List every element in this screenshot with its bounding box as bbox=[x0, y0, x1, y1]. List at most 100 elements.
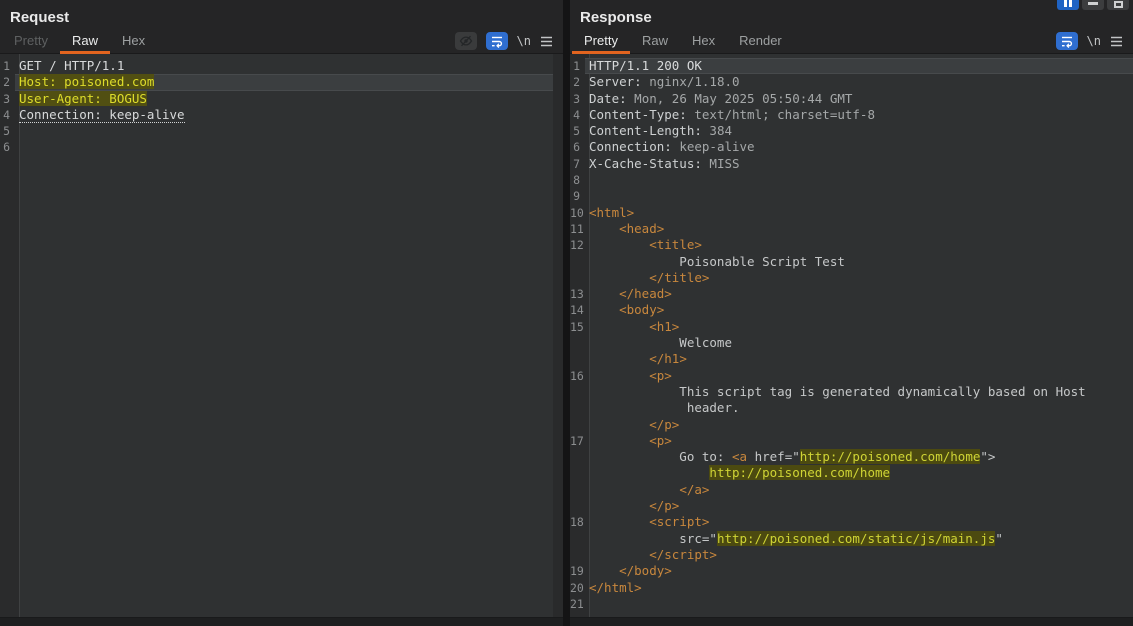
request-vertical-scrollbar[interactable] bbox=[553, 54, 563, 617]
response-tab-pretty[interactable]: Pretty bbox=[572, 30, 630, 54]
code-text: http://poisoned.com/home bbox=[585, 465, 1133, 481]
maximize-button[interactable] bbox=[1107, 0, 1129, 10]
code-segment: Content-Length: bbox=[589, 123, 702, 138]
code-line[interactable]: 15 <h1> bbox=[570, 319, 1133, 335]
newline-toggle[interactable]: \n bbox=[517, 34, 531, 48]
response-editor[interactable]: 1HTTP/1.1 200 OK2Server: nginx/1.18.03Da… bbox=[570, 54, 1133, 626]
line-number bbox=[570, 498, 585, 514]
request-tab-raw[interactable]: Raw bbox=[60, 30, 110, 54]
line-number: 5 bbox=[570, 123, 585, 139]
code-segment bbox=[589, 563, 619, 578]
code-segment: Connection: keep-alive bbox=[19, 107, 185, 123]
code-line[interactable]: 17 <p> bbox=[570, 433, 1133, 449]
code-line[interactable]: 3Date: Mon, 26 May 2025 05:50:44 GMT bbox=[570, 91, 1133, 107]
code-segment: " bbox=[995, 531, 1003, 546]
code-line[interactable]: 20 </html> bbox=[570, 580, 1133, 596]
code-text: This script tag is generated dynamically… bbox=[585, 384, 1133, 400]
code-line[interactable]: 18 <script> bbox=[570, 514, 1133, 530]
code-line[interactable]: 1GET / HTTP/1.1 bbox=[0, 58, 563, 74]
code-line[interactable]: 6Connection: keep-alive bbox=[570, 139, 1133, 155]
code-segment: Server: bbox=[589, 74, 642, 89]
response-tab-hex[interactable]: Hex bbox=[680, 30, 727, 54]
code-text: <head> bbox=[585, 221, 1133, 237]
soft-wrap-button[interactable] bbox=[1056, 32, 1078, 50]
code-text: HTTP/1.1 200 OK bbox=[585, 58, 1133, 74]
code-line[interactable]: header. bbox=[570, 400, 1133, 416]
code-text: GET / HTTP/1.1 bbox=[15, 58, 563, 74]
line-number: 2 bbox=[0, 74, 15, 90]
code-text bbox=[15, 123, 563, 139]
code-text: Poisonable Script Test bbox=[585, 254, 1133, 270]
code-line[interactable]: 9 bbox=[570, 188, 1133, 204]
visibility-off-button[interactable] bbox=[455, 32, 477, 50]
code-line[interactable]: </script> bbox=[570, 547, 1133, 563]
line-number: 20 bbox=[570, 580, 585, 596]
code-line[interactable]: 4Content-Type: text/html; charset=utf-8 bbox=[570, 107, 1133, 123]
code-text bbox=[15, 139, 563, 155]
request-horizontal-scrollbar[interactable] bbox=[0, 617, 563, 626]
minimize-icon bbox=[1088, 2, 1098, 5]
code-text: header. bbox=[585, 400, 1133, 416]
response-tab-raw[interactable]: Raw bbox=[630, 30, 680, 54]
code-segment: </p> bbox=[649, 498, 679, 513]
menu-icon[interactable] bbox=[1110, 36, 1123, 47]
line-number: 2 bbox=[570, 74, 585, 90]
code-line[interactable]: 19 </body> bbox=[570, 563, 1133, 579]
code-line[interactable]: This script tag is generated dynamically… bbox=[570, 384, 1133, 400]
response-tab-render[interactable]: Render bbox=[727, 30, 794, 54]
code-line[interactable]: 2Host: poisoned.com bbox=[0, 74, 563, 90]
code-line[interactable]: 5Content-Length: 384 bbox=[570, 123, 1133, 139]
code-line[interactable]: 21 bbox=[570, 596, 1133, 612]
code-text: Content-Length: 384 bbox=[585, 123, 1133, 139]
code-line[interactable]: 14 <body> bbox=[570, 302, 1133, 318]
code-line[interactable]: 3User-Agent: BOGUS bbox=[0, 91, 563, 107]
response-horizontal-scrollbar[interactable] bbox=[570, 617, 1133, 626]
line-number: 9 bbox=[570, 188, 585, 204]
code-line[interactable]: src="http://poisoned.com/static/js/main.… bbox=[570, 531, 1133, 547]
code-line[interactable]: 4Connection: keep-alive bbox=[0, 107, 563, 123]
code-text: Server: nginx/1.18.0 bbox=[585, 74, 1133, 90]
code-line[interactable]: </p> bbox=[570, 417, 1133, 433]
line-number: 1 bbox=[0, 58, 15, 74]
code-line[interactable]: Poisonable Script Test bbox=[570, 254, 1133, 270]
line-number: 6 bbox=[570, 139, 585, 155]
code-line[interactable]: Welcome bbox=[570, 335, 1133, 351]
code-line[interactable]: </p> bbox=[570, 498, 1133, 514]
code-line[interactable]: 6 bbox=[0, 139, 563, 155]
request-editor[interactable]: 1GET / HTTP/1.12Host: poisoned.com3User-… bbox=[0, 54, 563, 626]
pause-button[interactable] bbox=[1057, 0, 1079, 10]
minimize-button[interactable] bbox=[1082, 0, 1104, 10]
code-line[interactable]: http://poisoned.com/home bbox=[570, 465, 1133, 481]
code-line[interactable]: 13 </head> bbox=[570, 286, 1133, 302]
code-line[interactable]: 1HTTP/1.1 200 OK bbox=[570, 58, 1133, 74]
code-line[interactable]: </title> bbox=[570, 270, 1133, 286]
code-segment: </html> bbox=[589, 580, 642, 595]
code-line[interactable]: 16 <p> bbox=[570, 368, 1133, 384]
code-line[interactable]: 11 <head> bbox=[570, 221, 1133, 237]
menu-icon[interactable] bbox=[540, 36, 553, 47]
panel-divider[interactable] bbox=[563, 0, 570, 626]
code-line[interactable]: </a> bbox=[570, 482, 1133, 498]
newline-toggle[interactable]: \n bbox=[1087, 34, 1101, 48]
line-number bbox=[570, 547, 585, 563]
code-line[interactable]: 2Server: nginx/1.18.0 bbox=[570, 74, 1133, 90]
code-line[interactable]: 5 bbox=[0, 123, 563, 139]
soft-wrap-button[interactable] bbox=[486, 32, 508, 50]
code-line[interactable]: 10<html> bbox=[570, 205, 1133, 221]
code-segment bbox=[589, 482, 679, 497]
code-text: </script> bbox=[585, 547, 1133, 563]
code-segment: </a> bbox=[679, 482, 709, 497]
code-text: </a> bbox=[585, 482, 1133, 498]
code-segment: Date: bbox=[589, 91, 627, 106]
request-tab-hex[interactable]: Hex bbox=[110, 30, 157, 54]
code-line[interactable]: Go to: <a href="http://poisoned.com/home… bbox=[570, 449, 1133, 465]
code-line[interactable]: 8 bbox=[570, 172, 1133, 188]
code-text: Go to: <a href="http://poisoned.com/home… bbox=[585, 449, 1133, 465]
request-tab-pretty[interactable]: Pretty bbox=[2, 30, 60, 54]
code-line[interactable]: 12 <title> bbox=[570, 237, 1133, 253]
code-text: <script> bbox=[585, 514, 1133, 530]
code-text: X-Cache-Status: MISS bbox=[585, 156, 1133, 172]
line-number: 4 bbox=[570, 107, 585, 123]
code-line[interactable]: 7X-Cache-Status: MISS bbox=[570, 156, 1133, 172]
code-line[interactable]: </h1> bbox=[570, 351, 1133, 367]
